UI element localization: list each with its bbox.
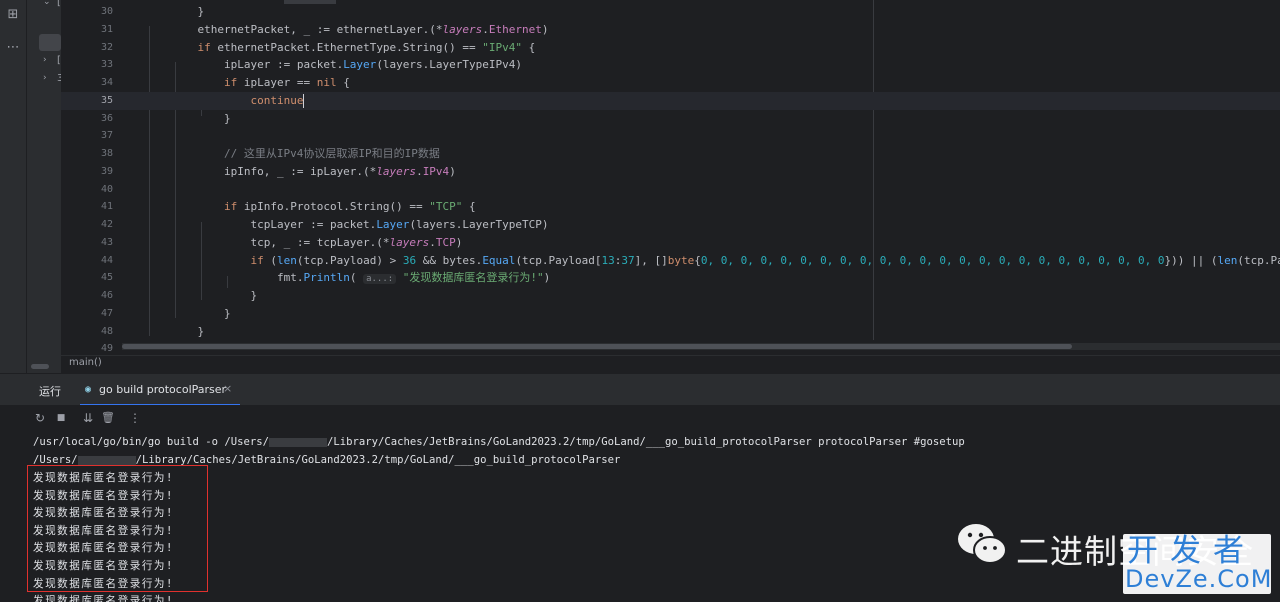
tree-row[interactable]: › [	[27, 55, 61, 71]
console-output-line: 发现数据库匿名登录行为!	[33, 595, 174, 602]
line-number: 36	[100, 112, 113, 124]
code-line[interactable]: 42 tcpLayer := packet.Layer(layers.Layer…	[61, 216, 1280, 234]
line-number: 48	[100, 325, 113, 337]
code-text: }	[171, 111, 231, 125]
chevron-right-icon: ›	[43, 55, 47, 65]
redacted-username	[269, 437, 327, 447]
devze-logo: 开发者 DevZe.CoM	[1123, 534, 1271, 594]
code-text: }	[171, 324, 205, 338]
code-line[interactable]: 35 continue	[61, 91, 1280, 110]
code-line[interactable]: 48 }	[61, 323, 1280, 341]
code-text: }	[171, 5, 205, 18]
chevron-right-icon: ›	[43, 73, 47, 83]
structure-icon[interactable]: ⊞	[5, 7, 21, 23]
code-text: if ipInfo.Protocol.String() == "TCP" {	[223, 200, 476, 214]
breadcrumb: main()	[61, 355, 1280, 373]
code-text: continue	[250, 93, 305, 108]
run-toolbar: ↻ ■ ⇊ 🗑 ⋮	[0, 405, 1280, 431]
line-number: 43	[100, 236, 113, 248]
run-tab-label: go build protocolParser	[99, 383, 227, 396]
wechat-icon	[958, 524, 1007, 564]
code-line[interactable]: 47 }	[61, 305, 1280, 323]
stop-icon[interactable]: ■	[54, 411, 68, 425]
chevron-down-icon: ⌄	[43, 0, 51, 7]
code-text: ethernetPacket, _ := ethernetLayer.(*lay…	[171, 22, 549, 36]
code-line[interactable]: 41 if ipInfo.Protocol.String() == "TCP" …	[61, 198, 1280, 216]
code-text: tcp, _ := tcpLayer.(*layers.TCP)	[171, 235, 463, 249]
rerun-icon[interactable]: ↻	[33, 411, 47, 425]
run-panel-title: 运行	[39, 385, 61, 398]
line-number: 30	[100, 6, 113, 17]
line-number: 38	[100, 148, 113, 159]
code-line[interactable]: 36 }	[61, 110, 1280, 128]
line-number: 40	[100, 183, 113, 195]
line-number: 33	[100, 59, 113, 71]
tree-scrollbar[interactable]	[31, 364, 49, 369]
line-number: 44	[100, 254, 113, 266]
line-number: 34	[100, 77, 113, 88]
highlight-box	[27, 465, 208, 592]
code-text: tcpLayer := packet.Layer(layers.LayerTyp…	[171, 218, 549, 231]
redacted-username	[77, 455, 136, 465]
code-line[interactable]: 30 }	[61, 3, 1280, 21]
line-number: 46	[100, 290, 113, 301]
logo-cn-text: 开发者	[1127, 533, 1256, 569]
clear-icon[interactable]: 🗑	[101, 411, 115, 425]
code-line[interactable]: 34 if ipLayer == nil {	[61, 74, 1280, 92]
logo-en-text: DevZe.CoM	[1125, 565, 1273, 593]
line-number: 45	[100, 272, 113, 284]
code-text: ipLayer := packet.Layer(layers.LayerType…	[171, 58, 523, 72]
code-line[interactable]: 33 ipLayer := packet.Layer(layers.LayerT…	[61, 56, 1280, 74]
code-line[interactable]: 46 }	[61, 287, 1280, 305]
tree-row[interactable]: › 3	[27, 73, 63, 89]
breadcrumb-function[interactable]: main()	[69, 357, 102, 368]
code-text: if ipLayer == nil {	[223, 76, 350, 89]
line-number: 42	[100, 219, 113, 230]
close-icon[interactable]: ×	[223, 382, 232, 395]
code-text: }	[171, 306, 231, 320]
line-number: 49	[100, 343, 113, 355]
line-number: 37	[100, 130, 113, 142]
code-line[interactable]: 31 ethernetPacket, _ := ethernetLayer.(*…	[61, 21, 1280, 39]
line-number: 47	[100, 307, 113, 319]
code-text: fmt.Println( a...: "发现数据库匿名登录行为!")	[171, 271, 551, 285]
project-tree: ⌄ [ › [ › 3	[27, 0, 63, 373]
code-line[interactable]: 44 if (len(tcp.Payload) > 36 && bytes.Eq…	[61, 252, 1280, 270]
code-line[interactable]: 43 tcp, _ := tcpLayer.(*layers.TCP)	[61, 234, 1280, 252]
line-number: 41	[100, 201, 113, 213]
run-config-tab[interactable]: ◉ go build protocolParser ×	[80, 374, 240, 406]
more-icon[interactable]: ⋯	[5, 40, 21, 56]
code-line[interactable]: 37	[61, 127, 1280, 145]
line-number: 31	[100, 23, 113, 35]
tree-selected-row[interactable]	[39, 34, 61, 51]
code-editor[interactable]: 30 } 31 ethernetPacket, _ := ethernetLaye…	[61, 0, 1280, 355]
code-text: if (len(tcp.Payload) > 36 && bytes.Equal…	[250, 253, 1280, 267]
run-panel-header: 运行 ◉ go build protocolParser ×	[0, 373, 1280, 406]
more-icon[interactable]: ⋮	[128, 411, 142, 425]
code-text: }	[171, 289, 258, 302]
code-line[interactable]: 40	[61, 181, 1280, 199]
console-command-line: /usr/local/go/bin/go build -o /Users//Li…	[33, 436, 965, 448]
tree-row[interactable]: ⌄ [	[27, 0, 61, 13]
code-line[interactable]: 45 fmt.Println( a...: "发现数据库匿名登录行为!")	[61, 269, 1280, 287]
code-text: if ethernetPacket.EthernetType.String() …	[197, 40, 536, 54]
line-number: 32	[100, 41, 113, 53]
code-line[interactable]: 39 ipInfo, _ := ipLayer.(*layers.IPv4)	[61, 163, 1280, 181]
scroll-to-end-icon[interactable]: ⇊	[81, 411, 95, 425]
line-number: 39	[100, 165, 113, 177]
code-text: // 这里从IPv4协议层取源IP和目的IP数据	[223, 147, 440, 160]
code-text: ipInfo, _ := ipLayer.(*layers.IPv4)	[171, 164, 456, 178]
line-number: 35	[100, 94, 113, 106]
gopher-icon: ◉	[85, 384, 92, 395]
code-line[interactable]: 38 // 这里从IPv4协议层取源IP和目的IP数据	[61, 145, 1280, 163]
code-line[interactable]: 32 if ethernetPacket.EthernetType.String…	[61, 39, 1280, 57]
activity-bar: ⊞ ⋯	[0, 0, 27, 373]
editor-scrollbar-thumb[interactable]	[122, 344, 1072, 349]
